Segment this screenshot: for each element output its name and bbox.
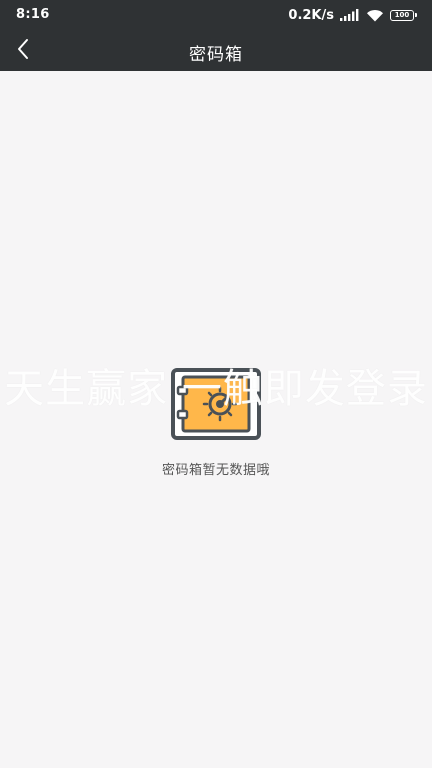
empty-message: 密码箱暂无数据哦 [161, 463, 270, 478]
status-bar: 8:16 0.2K/s 100 [0, 0, 432, 30]
empty-state: 密码箱暂无数据哦 [0, 367, 432, 478]
battery-icon: 100 [390, 9, 417, 21]
navigation-bar: 密码箱 [0, 30, 432, 71]
status-time: 8:16 [16, 7, 50, 22]
screen: 8:16 0.2K/s 100 密码箱 密码箱暂无数据哦 天生赢家 一触即发登录 [0, 0, 432, 768]
battery-level: 100 [394, 10, 410, 19]
status-indicators: 0.2K/s 100 [288, 6, 417, 24]
signal-icon [340, 9, 360, 21]
page-title: 密码箱 [189, 45, 243, 65]
safe-icon [170, 367, 262, 441]
main-content: 密码箱暂无数据哦 [0, 71, 432, 768]
wifi-icon [366, 9, 384, 22]
network-speed: 0.2K/s [288, 7, 334, 23]
